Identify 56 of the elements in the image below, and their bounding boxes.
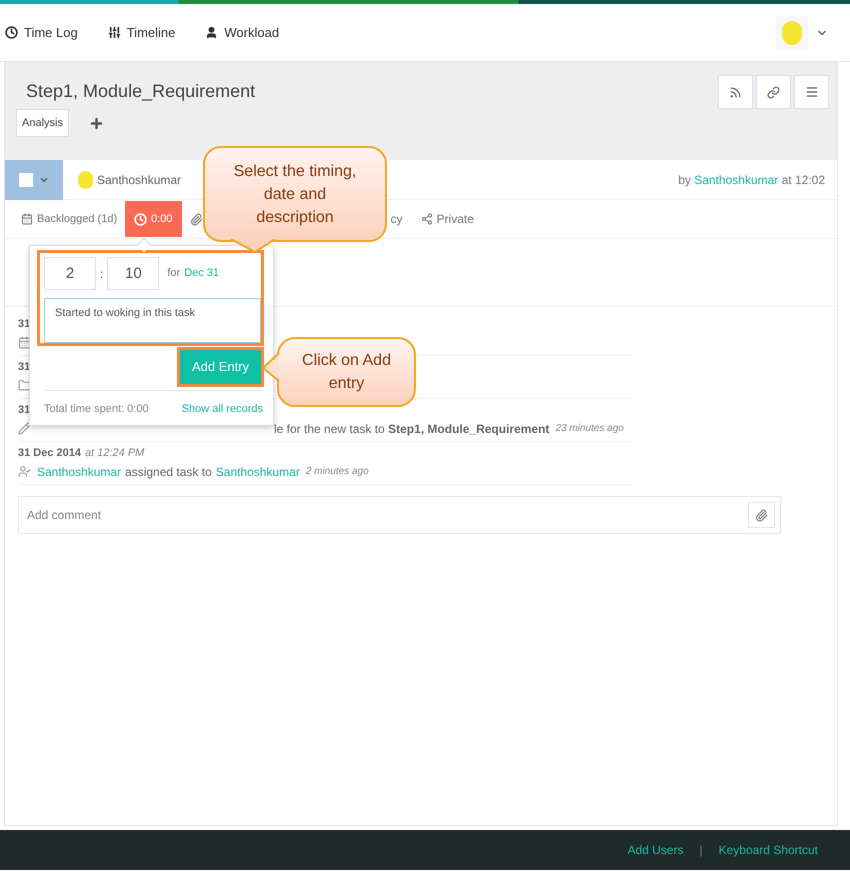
footer-separator: | bbox=[699, 842, 703, 859]
for-label: for bbox=[167, 266, 180, 282]
hours-field[interactable]: 2 bbox=[44, 257, 96, 290]
comment-field[interactable]: Add comment bbox=[18, 496, 781, 534]
link-icon bbox=[767, 86, 780, 98]
nav-link[interactable]: Workload bbox=[205, 22, 280, 42]
footer-link[interactable]: Keyboard Shortcut bbox=[718, 841, 818, 859]
callout-pointer bbox=[231, 239, 275, 253]
activity-date: 31 bbox=[18, 402, 30, 418]
activity-text: le for the new task to Step1, Module_Requirement bbox=[274, 420, 550, 438]
pencil-icon bbox=[18, 422, 31, 435]
clock-icon bbox=[134, 212, 148, 226]
created-by-text: by Santhoshkumar at 12:02 bbox=[678, 172, 825, 188]
attach-button[interactable] bbox=[748, 502, 775, 528]
activity-date: 31 bbox=[18, 316, 30, 332]
checkbox[interactable] bbox=[19, 172, 33, 186]
callout-bubble: Select the timing, date and description bbox=[203, 146, 387, 242]
add-tag-icon[interactable] bbox=[88, 116, 104, 130]
time-separator: : bbox=[100, 266, 104, 282]
activity-text: assigned task to bbox=[125, 464, 212, 480]
user-check-icon bbox=[18, 465, 31, 478]
time-ago: 23 minutes ago bbox=[555, 422, 624, 436]
sliders-icon bbox=[108, 26, 121, 39]
menu-icon bbox=[804, 85, 818, 99]
callout-bubble: Click on Add entry bbox=[277, 337, 416, 407]
menu-button[interactable] bbox=[794, 75, 829, 109]
link-button[interactable] bbox=[756, 75, 791, 109]
activity-time: at 12:24 PM bbox=[85, 446, 144, 461]
nav-link[interactable]: Time Log bbox=[5, 22, 78, 42]
paperclip-icon bbox=[755, 508, 768, 522]
callout-pointer bbox=[262, 353, 280, 383]
minutes-field[interactable]: 10 bbox=[107, 257, 160, 290]
share-icon bbox=[420, 213, 433, 225]
total-time-text: Total time spent: 0:00 bbox=[44, 402, 149, 417]
calendar-icon bbox=[21, 213, 33, 225]
activity-date: 31 Dec 2014 bbox=[18, 446, 81, 461]
folder-icon bbox=[18, 379, 31, 392]
rss-button[interactable] bbox=[718, 75, 753, 109]
task-title: Step1, Module_Requirement bbox=[26, 80, 256, 103]
calendar-icon bbox=[18, 336, 31, 349]
user-icon bbox=[205, 26, 218, 39]
description-field[interactable]: Started to woking in this task bbox=[44, 298, 261, 343]
tab[interactable]: cy bbox=[390, 201, 403, 237]
footer-link[interactable]: Add Users bbox=[627, 841, 684, 859]
status-tab[interactable]: Backlogged (1d) bbox=[16, 200, 122, 238]
avatar bbox=[75, 168, 95, 190]
time-ago: 2 minutes ago bbox=[306, 465, 369, 479]
author-name: Santhoshkumar bbox=[97, 172, 182, 188]
activity-date: 31 bbox=[18, 360, 30, 375]
rss-icon bbox=[729, 86, 742, 98]
paperclip-icon bbox=[190, 212, 203, 226]
privacy-tab[interactable]: Private bbox=[412, 201, 482, 237]
comment-input[interactable]: Add comment bbox=[27, 506, 748, 524]
clock-icon bbox=[5, 26, 18, 39]
tag[interactable]: Analysis bbox=[16, 109, 69, 137]
nav-link[interactable]: Timeline bbox=[108, 22, 176, 42]
